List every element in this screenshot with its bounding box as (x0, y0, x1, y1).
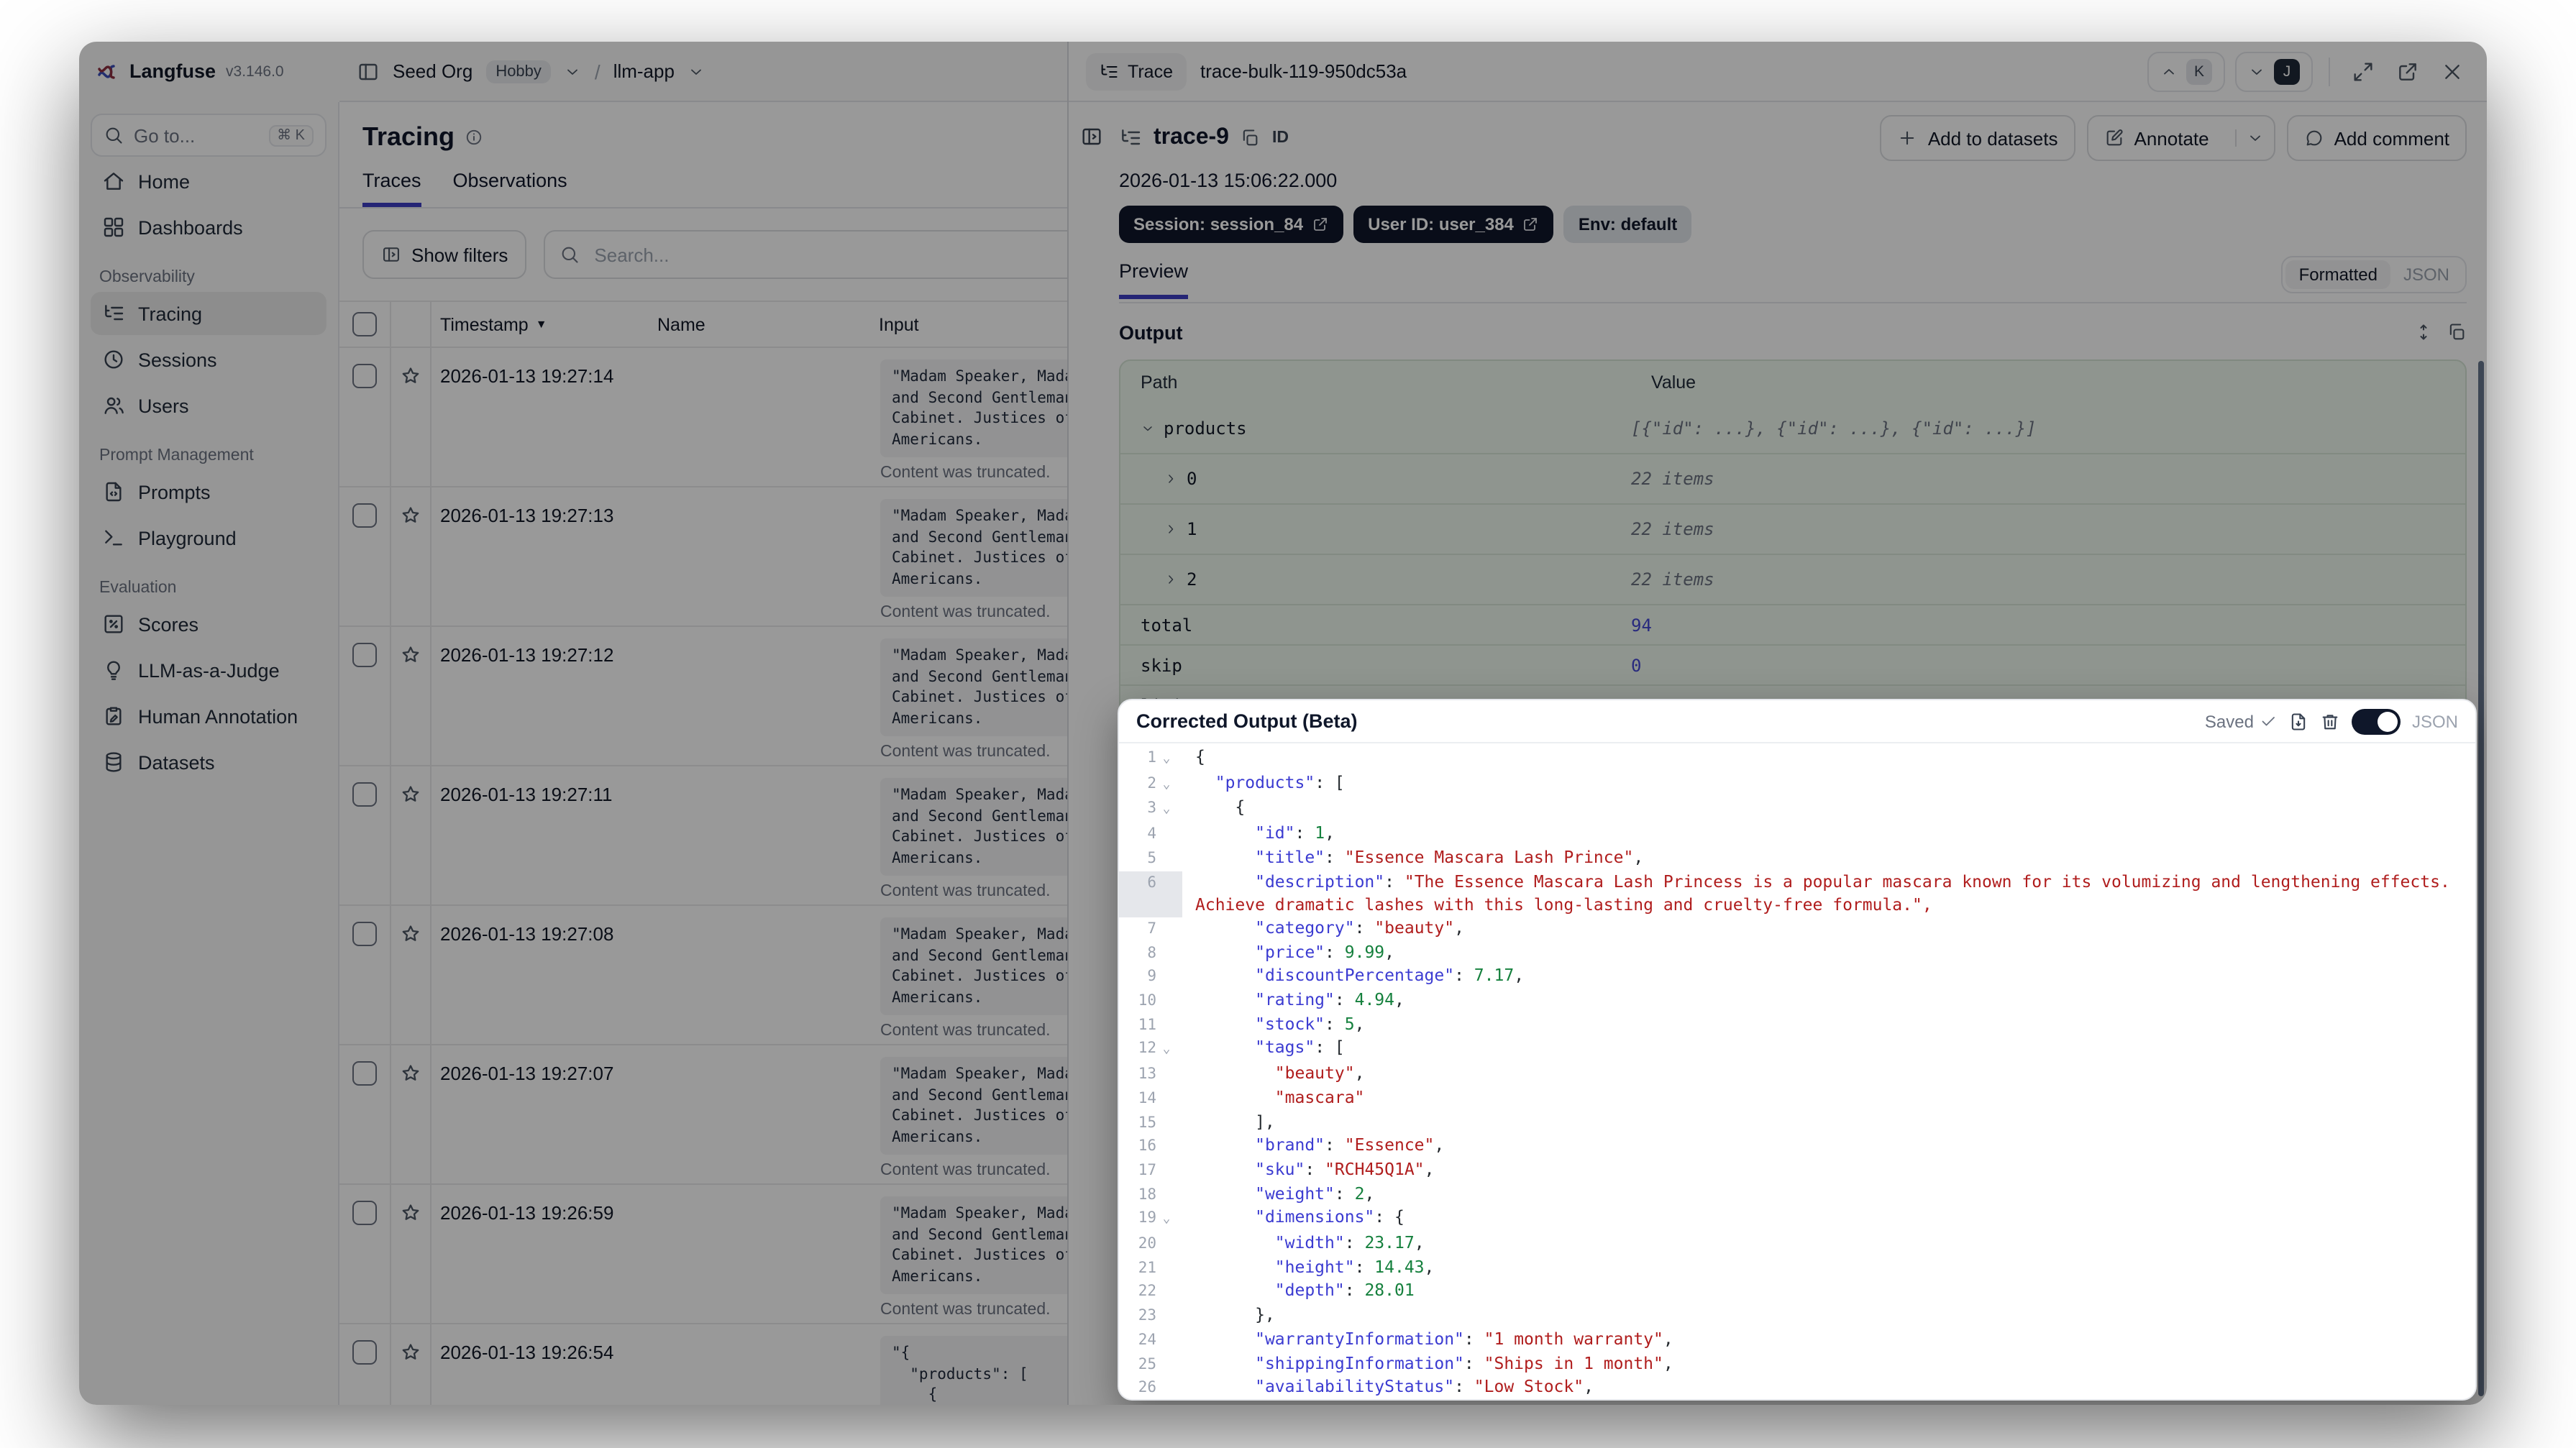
code-line[interactable]: 2 ⌄ "products": [ (1119, 771, 2475, 797)
line-number: 20 (1138, 1235, 1156, 1253)
line-number: 23 (1138, 1307, 1156, 1325)
line-number: 6 (1147, 874, 1156, 892)
fold-icon (1156, 966, 1177, 989)
code-line[interactable]: 1 ⌄{ (1119, 746, 2475, 771)
fold-icon[interactable]: ⌄ (1156, 746, 1177, 771)
code-line[interactable]: Achieve dramatic lashes with this long-l… (1119, 894, 2475, 917)
code-line[interactable]: 21 "height": 14.43, (1119, 1257, 2475, 1280)
line-number: 4 (1147, 825, 1156, 843)
line-number: 21 (1138, 1259, 1156, 1277)
fold-icon (1156, 871, 1177, 894)
json-toggle-label: JSON (2411, 711, 2458, 731)
line-number: 14 (1138, 1089, 1156, 1107)
line-number: 16 (1138, 1137, 1156, 1155)
line-number: 5 (1147, 849, 1156, 867)
line-number: 3 (1147, 799, 1156, 817)
line-number: 9 (1147, 968, 1156, 986)
trash-icon[interactable] (2320, 711, 2340, 731)
line-number: 2 (1147, 774, 1156, 792)
fold-icon[interactable]: ⌄ (1156, 771, 1177, 797)
fold-icon[interactable]: ⌄ (1156, 797, 1177, 822)
code-line[interactable]: 9 "discountPercentage": 7.17, (1119, 966, 2475, 989)
fold-icon (1156, 1159, 1177, 1183)
code-line[interactable]: 13 "beauty", (1119, 1063, 2475, 1086)
saved-status: Saved (2205, 711, 2277, 731)
code-line[interactable]: 16 "brand": "Essence", (1119, 1135, 2475, 1159)
json-editor[interactable]: 1 ⌄{2 ⌄ "products": [3 ⌄ {4 "id": 1, 5 "titl… (1119, 743, 2475, 1399)
fold-icon (1156, 1087, 1177, 1111)
code-line[interactable]: 15 ], (1119, 1111, 2475, 1135)
line-number: 13 (1138, 1066, 1156, 1083)
code-line[interactable]: 14 "mascara" (1119, 1087, 2475, 1111)
code-line[interactable]: 7 "category": "beauty", (1119, 917, 2475, 941)
line-number: 1 (1147, 749, 1156, 766)
code-line[interactable]: 3 ⌄ { (1119, 797, 2475, 822)
code-line[interactable]: 8 "price": 9.99, (1119, 941, 2475, 965)
code-line[interactable]: 25 "shippingInformation": "Ships in 1 mo… (1119, 1352, 2475, 1376)
code-line[interactable]: 19 ⌄ "dimensions": { (1119, 1207, 2475, 1232)
fold-icon[interactable]: ⌄ (1156, 1037, 1177, 1063)
code-line[interactable]: 4 "id": 1, (1119, 822, 2475, 846)
code-line[interactable]: 24 "warrantyInformation": "1 month warra… (1119, 1329, 2475, 1352)
line-number: 17 (1138, 1161, 1156, 1179)
fold-icon (1156, 847, 1177, 871)
line-number: 24 (1138, 1331, 1156, 1349)
code-line[interactable]: 12 ⌄ "tags": [ (1119, 1037, 2475, 1063)
code-line[interactable]: 23 }, (1119, 1304, 2475, 1328)
line-number: 8 (1147, 944, 1156, 962)
line-number: 10 (1138, 992, 1156, 1010)
fold-icon (1156, 822, 1177, 846)
line-number (1119, 894, 1156, 917)
fold-icon (1156, 1352, 1177, 1376)
fold-icon[interactable]: ⌄ (1156, 1207, 1177, 1232)
code-line[interactable]: 10 "rating": 4.94, (1119, 989, 2475, 1013)
fold-icon (1156, 1329, 1177, 1352)
fold-icon (1156, 1232, 1177, 1256)
line-number: 26 (1138, 1379, 1156, 1397)
code-line[interactable]: 11 "stock": 5, (1119, 1013, 2475, 1037)
line-number: 22 (1138, 1283, 1156, 1301)
fold-icon (1156, 1013, 1177, 1037)
code-line[interactable]: 22 "depth": 28.01 (1119, 1280, 2475, 1304)
fold-icon (1156, 941, 1177, 965)
fold-icon (1156, 989, 1177, 1013)
code-line[interactable]: 26 "availabilityStatus": "Low Stock", (1119, 1377, 2475, 1399)
line-number: 12 (1138, 1040, 1156, 1058)
line-number: 7 (1147, 920, 1156, 938)
scrollbar-thumb[interactable] (2478, 361, 2484, 1396)
code-line[interactable]: 5 "title": "Essence Mascara Lash Prince"… (1119, 847, 2475, 871)
app-window: Langfuse v3.146.0 Seed Org Hobby / llm-a… (79, 42, 2487, 1405)
code-line[interactable]: 6 "description": "The Essence Mascara La… (1119, 871, 2475, 895)
fold-icon (1156, 1304, 1177, 1328)
corrected-output-panel: Corrected Output (Beta) Saved JSON 1 ⌄{2 ⌄… (1118, 699, 2477, 1401)
fold-icon (1156, 1183, 1177, 1206)
line-number: 19 (1138, 1209, 1156, 1227)
check-icon (2260, 712, 2277, 730)
desktop: Langfuse v3.146.0 Seed Org Hobby / llm-a… (0, 0, 2576, 1448)
line-number: 11 (1138, 1016, 1156, 1034)
save-icon[interactable] (2288, 711, 2308, 731)
fold-icon (1156, 1377, 1177, 1399)
fold-icon (1156, 1280, 1177, 1304)
code-line[interactable]: 20 "width": 23.17, (1119, 1232, 2475, 1256)
code-line[interactable]: 18 "weight": 2, (1119, 1183, 2475, 1206)
fold-icon (1156, 917, 1177, 941)
fold-icon (1156, 894, 1177, 917)
fold-icon (1156, 1135, 1177, 1159)
fold-icon (1156, 1111, 1177, 1135)
line-number: 25 (1138, 1355, 1156, 1373)
line-number: 15 (1138, 1114, 1156, 1132)
code-line[interactable]: 17 "sku": "RCH45Q1A", (1119, 1159, 2475, 1183)
corrected-output-title: Corrected Output (Beta) (1136, 710, 1358, 732)
fold-icon (1156, 1063, 1177, 1086)
json-toggle[interactable] (2351, 708, 2401, 734)
line-number: 18 (1138, 1186, 1156, 1204)
fold-icon (1156, 1257, 1177, 1280)
